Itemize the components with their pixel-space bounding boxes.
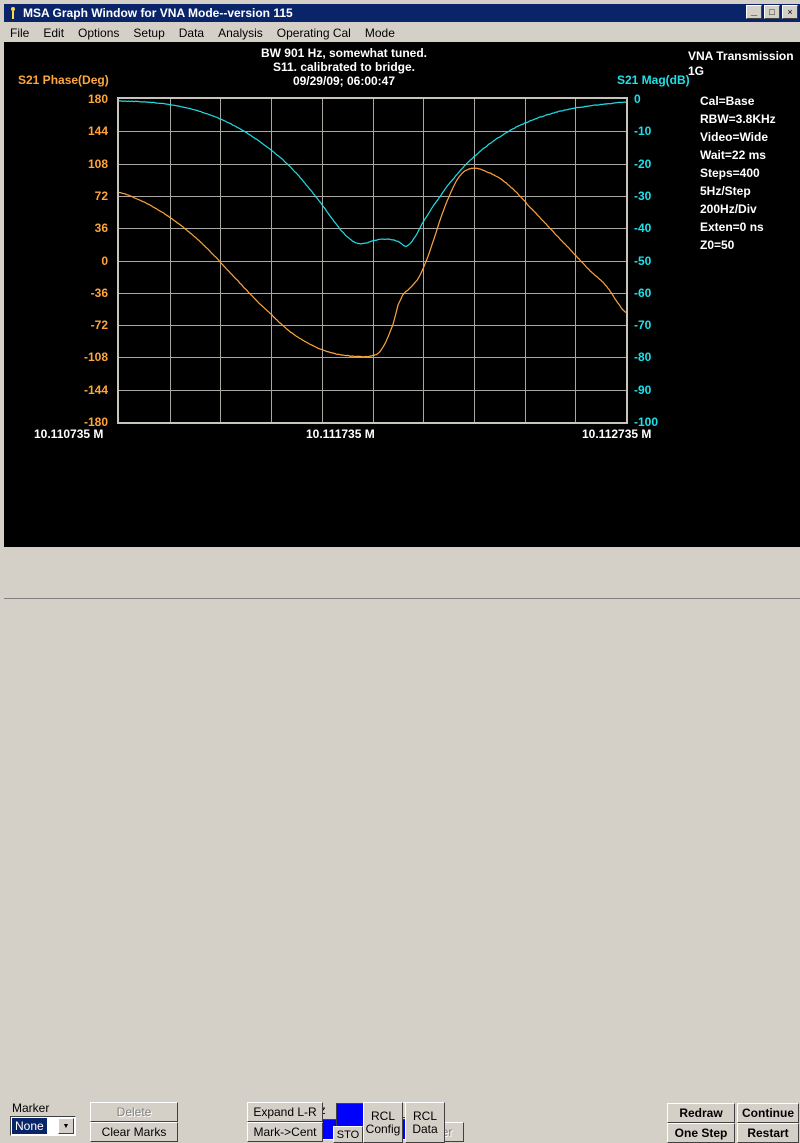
window-controls: _ □ × bbox=[746, 5, 798, 19]
panel-divider bbox=[4, 598, 800, 599]
y-tick-right--30: -30 bbox=[634, 188, 652, 203]
y-tick-left--108: -108 bbox=[83, 350, 108, 365]
menubar: File Edit Options Setup Data Analysis Op… bbox=[4, 24, 800, 42]
menu-data[interactable]: Data bbox=[179, 26, 204, 40]
rcl-config-button[interactable]: RCL Config bbox=[363, 1102, 403, 1143]
control-panel: Marker None ▼ Delete Clear Marks - MHz +… bbox=[4, 549, 800, 1143]
info-header-line-2: 1G bbox=[688, 64, 705, 78]
y-tick-right--80: -80 bbox=[634, 350, 652, 365]
info-item-z0: Z0=50 bbox=[700, 238, 735, 252]
mark-to-center-button[interactable]: Mark->Cent bbox=[247, 1122, 323, 1142]
rcl-data-line-1: RCL bbox=[412, 1108, 437, 1123]
y-tick-left--72: -72 bbox=[90, 318, 108, 333]
y-tick-left-180: 180 bbox=[87, 92, 108, 106]
info-item-cal: Cal=Base bbox=[700, 94, 755, 108]
minimize-button[interactable]: _ bbox=[746, 5, 762, 19]
window-titlebar: MSA Graph Window for VNA Mode--version 1… bbox=[4, 4, 800, 22]
msa-graph-window: MSA Graph Window for VNA Mode--version 1… bbox=[0, 0, 800, 1143]
x-tick-1: 10.111735 M bbox=[306, 427, 375, 441]
y-tick-right--70: -70 bbox=[634, 318, 652, 333]
rcl-config-line-2: Config bbox=[365, 1121, 401, 1136]
chevron-down-icon[interactable]: ▼ bbox=[58, 1118, 74, 1134]
maximize-button[interactable]: □ bbox=[764, 5, 780, 19]
menu-analysis[interactable]: Analysis bbox=[218, 26, 263, 40]
y-tick-right--40: -40 bbox=[634, 221, 652, 236]
info-item-rbw: RBW=3.8KHz bbox=[700, 112, 776, 126]
y-tick-right--20: -20 bbox=[634, 156, 652, 171]
marker-label: Marker bbox=[12, 1101, 50, 1115]
chart-title-line-2: S11. calibrated to bridge. bbox=[272, 60, 416, 74]
y-tick-right--50: -50 bbox=[634, 253, 652, 268]
y-axis-left-label: S21 Phase(Deg) bbox=[18, 73, 109, 87]
person-pin-icon bbox=[6, 6, 20, 20]
info-header-line-1: VNA Transmission bbox=[688, 49, 794, 63]
y-tick-right--60: -60 bbox=[634, 285, 652, 300]
y-tick-left--144: -144 bbox=[83, 382, 108, 397]
restart-button[interactable]: Restart bbox=[737, 1123, 799, 1143]
y-tick-left--36: -36 bbox=[90, 285, 108, 300]
info-item-wait: Wait=22 ms bbox=[700, 148, 766, 162]
plot-svg bbox=[119, 99, 626, 422]
rcl-data-button[interactable]: RCL Data bbox=[405, 1102, 445, 1143]
info-item-hz-per-div: 200Hz/Div bbox=[700, 202, 757, 216]
continue-button[interactable]: Continue bbox=[737, 1103, 799, 1123]
marker-group: Marker None ▼ bbox=[10, 1101, 82, 1143]
menu-edit[interactable]: Edit bbox=[43, 26, 64, 40]
y-tick-left-108: 108 bbox=[87, 156, 108, 171]
expand-lr-button[interactable]: Expand L-R bbox=[247, 1102, 323, 1122]
plot-area[interactable] bbox=[119, 99, 626, 422]
menu-mode[interactable]: Mode bbox=[365, 26, 395, 40]
info-item-steps: Steps=400 bbox=[700, 166, 760, 180]
sto-button[interactable]: STO bbox=[333, 1126, 363, 1143]
menu-file[interactable]: File bbox=[10, 26, 29, 40]
info-items: Cal=Base RBW=3.8KHz Video=Wide Wait=22 m… bbox=[688, 92, 800, 254]
y-tick-right--10: -10 bbox=[634, 124, 652, 139]
chart-title-line-1: BW 901 Hz, somewhat tuned. bbox=[260, 46, 428, 60]
one-step-button[interactable]: One Step bbox=[667, 1123, 735, 1143]
y-tick-right-0: 0 bbox=[634, 92, 641, 106]
chart-title-line-3: 09/29/09; 06:00:47 bbox=[292, 74, 396, 88]
graph-canvas[interactable]: BW 901 Hz, somewhat tuned. S11. calibrat… bbox=[4, 42, 800, 547]
marker-select-value: None bbox=[12, 1118, 47, 1134]
info-item-exten: Exten=0 ns bbox=[700, 220, 764, 234]
info-panel: VNA Transmission 1G Cal=Base RBW=3.8KHz … bbox=[688, 49, 800, 254]
window-title: MSA Graph Window for VNA Mode--version 1… bbox=[23, 6, 293, 20]
rcl-data-line-2: Data bbox=[412, 1121, 438, 1136]
marker-select[interactable]: None ▼ bbox=[10, 1116, 76, 1136]
x-tick-2: 10.112735 M bbox=[582, 427, 652, 441]
y-tick-left-36: 36 bbox=[94, 221, 108, 236]
y-tick-left-0: 0 bbox=[101, 253, 108, 268]
close-button[interactable]: × bbox=[782, 5, 798, 19]
menu-options[interactable]: Options bbox=[78, 26, 119, 40]
y-tick-left-72: 72 bbox=[94, 188, 108, 203]
rcl-config-line-1: RCL bbox=[370, 1108, 395, 1123]
plot-background bbox=[119, 99, 626, 422]
x-tick-0: 10.110735 M bbox=[34, 427, 104, 441]
delete-button[interactable]: Delete bbox=[90, 1102, 178, 1122]
chart-title-block: BW 901 Hz, somewhat tuned. S11. calibrat… bbox=[154, 46, 534, 88]
y-tick-right--90: -90 bbox=[634, 382, 652, 397]
y-axis-right-label: S21 Mag(dB) bbox=[617, 73, 690, 87]
info-item-video: Video=Wide bbox=[700, 130, 769, 144]
y-tick-left-144: 144 bbox=[87, 124, 108, 139]
clear-marks-button[interactable]: Clear Marks bbox=[90, 1122, 178, 1142]
info-item-hz-per-step: 5Hz/Step bbox=[700, 184, 751, 198]
redraw-button[interactable]: Redraw bbox=[667, 1103, 735, 1123]
menu-setup[interactable]: Setup bbox=[133, 26, 164, 40]
menu-operating-cal[interactable]: Operating Cal bbox=[277, 26, 351, 40]
